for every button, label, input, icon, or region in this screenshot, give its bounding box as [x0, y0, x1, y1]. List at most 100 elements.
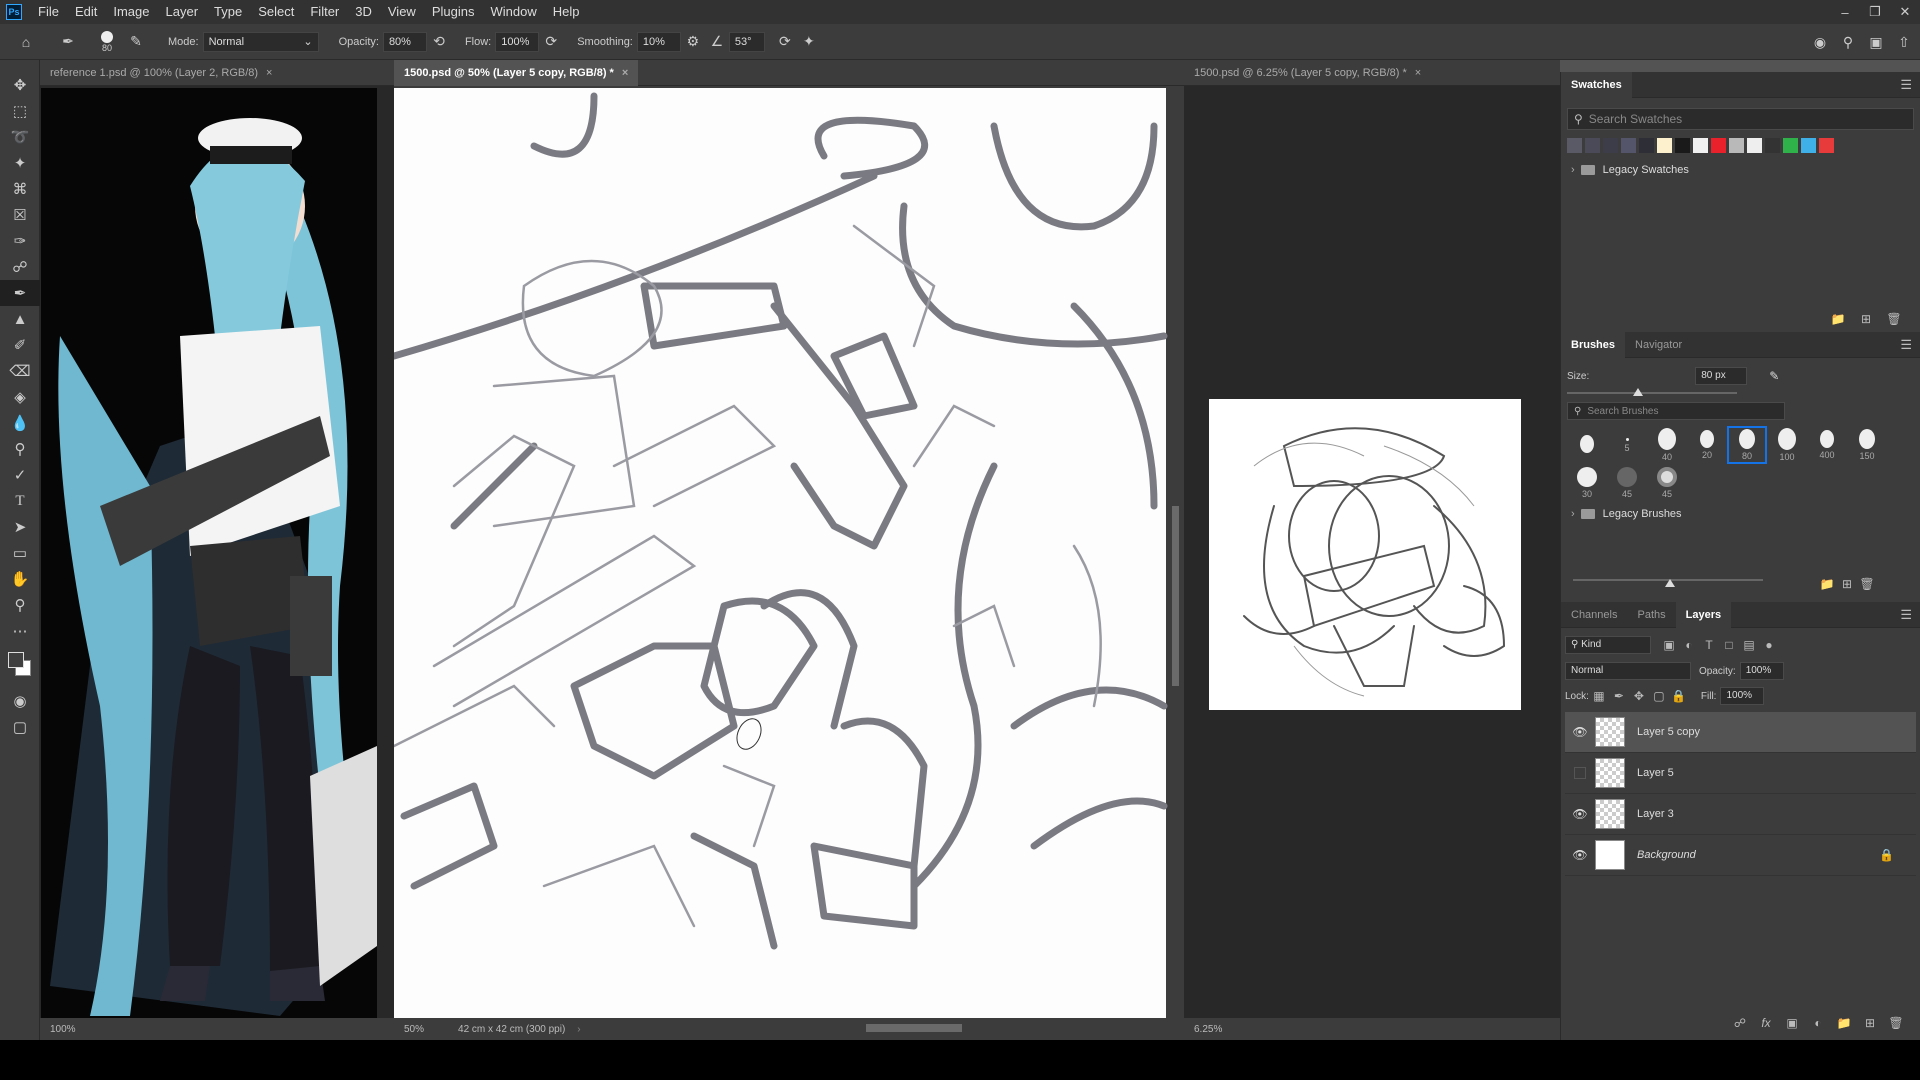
fill-field[interactable]: 100%: [1720, 687, 1765, 705]
brush-preset[interactable]: 150: [1847, 426, 1887, 464]
brush-preset[interactable]: 80: [1727, 426, 1767, 464]
menu-image[interactable]: Image: [105, 0, 157, 24]
tab-paths[interactable]: Paths: [1627, 602, 1675, 628]
color-swatch[interactable]: [1765, 138, 1780, 153]
dodge-tool-icon[interactable]: ⚲: [0, 436, 40, 462]
new-swatch-icon[interactable]: ⊞: [1856, 312, 1876, 326]
clone-stamp-tool-icon[interactable]: ▲: [0, 306, 40, 332]
tab-reference[interactable]: reference 1.psd @ 100% (Layer 2, RGB/8) …: [40, 60, 282, 86]
brush-preset[interactable]: 5: [1607, 426, 1647, 464]
crop-tool-icon[interactable]: ⌘: [0, 176, 40, 202]
link-layers-icon[interactable]: ☍: [1730, 1016, 1750, 1030]
lock-artboard-icon[interactable]: ▢: [1649, 689, 1669, 703]
layer-name[interactable]: Background: [1637, 849, 1696, 861]
size-field[interactable]: 80 px: [1695, 367, 1748, 385]
lock-transparent-icon[interactable]: ▦: [1589, 689, 1609, 703]
menu-type[interactable]: Type: [206, 0, 250, 24]
symmetry-icon[interactable]: ✦: [797, 30, 821, 54]
panel-menu-icon[interactable]: ☰: [1900, 77, 1912, 93]
screen-mode-icon[interactable]: ▢: [0, 714, 40, 740]
menu-select[interactable]: Select: [250, 0, 302, 24]
shape-tool-icon[interactable]: ▭: [0, 540, 40, 566]
horizontal-scrollbar[interactable]: [866, 1024, 962, 1032]
color-swatch[interactable]: [1603, 138, 1618, 153]
close-icon[interactable]: ×: [1415, 67, 1421, 79]
layer-name[interactable]: Layer 3: [1637, 808, 1674, 820]
type-filter-icon[interactable]: T: [1699, 638, 1719, 652]
close-icon[interactable]: ✕: [1890, 0, 1920, 24]
legacy-brushes-folder[interactable]: › Legacy Brushes: [1567, 504, 1914, 524]
search-icon[interactable]: ⚲: [1836, 30, 1860, 54]
menu-edit[interactable]: Edit: [67, 0, 105, 24]
blend-mode-select[interactable]: Normal: [1565, 662, 1691, 680]
blur-tool-icon[interactable]: 💧: [0, 410, 40, 436]
menu-help[interactable]: Help: [545, 0, 588, 24]
brush-tool-icon[interactable]: ✒: [0, 280, 40, 306]
marquee-tool-icon[interactable]: ⬚: [0, 98, 40, 124]
mode-select[interactable]: Normal ⌄: [202, 31, 319, 52]
brush-settings-toggle-icon[interactable]: ✎: [124, 30, 148, 54]
layer-name[interactable]: Layer 5 copy: [1637, 726, 1700, 738]
close-icon[interactable]: ×: [622, 67, 628, 79]
menu-filter[interactable]: Filter: [302, 0, 347, 24]
reference-zoom-level[interactable]: 100%: [50, 1024, 76, 1035]
color-swatch[interactable]: [1585, 138, 1600, 153]
smart-object-filter-icon[interactable]: ▤: [1739, 638, 1759, 652]
tab-preview-document[interactable]: 1500.psd @ 6.25% (Layer 5 copy, RGB/8) *…: [1184, 60, 1431, 86]
main-zoom-level[interactable]: 50%: [404, 1024, 424, 1035]
menu-3d[interactable]: 3D: [347, 0, 380, 24]
filter-toggle-icon[interactable]: ●: [1759, 638, 1779, 652]
color-swatch[interactable]: [1819, 138, 1834, 153]
brush-preset[interactable]: 45: [1647, 464, 1687, 502]
layer-style-icon[interactable]: fx: [1756, 1016, 1776, 1030]
menu-view[interactable]: View: [380, 0, 424, 24]
menu-file[interactable]: File: [30, 0, 67, 24]
preview-canvas[interactable]: [1184, 86, 1560, 1018]
layer-row-layer-5-copy[interactable]: 👁 Layer 5 copy: [1565, 712, 1916, 753]
trash-icon[interactable]: 🗑: [1884, 312, 1904, 326]
status-info-arrow-icon[interactable]: ›: [577, 1024, 580, 1035]
new-brush-preset-icon[interactable]: ⊞: [1837, 577, 1857, 591]
new-layer-icon[interactable]: ⊞: [1860, 1016, 1880, 1030]
color-swatch[interactable]: [1639, 138, 1654, 153]
hand-tool-icon[interactable]: ✋: [0, 566, 40, 592]
shape-filter-icon[interactable]: □: [1719, 638, 1739, 652]
panel-menu-icon[interactable]: ☰: [1900, 607, 1912, 623]
menu-layer[interactable]: Layer: [158, 0, 207, 24]
gear-icon[interactable]: ⚙: [681, 30, 705, 54]
export-share-icon[interactable]: ⇧: [1892, 30, 1916, 54]
lock-all-icon[interactable]: 🔒: [1669, 689, 1689, 703]
layer-row-layer-5[interactable]: Layer 5: [1565, 753, 1916, 794]
tab-navigator[interactable]: Navigator: [1625, 332, 1692, 358]
color-swatch[interactable]: [1711, 138, 1726, 153]
lock-image-icon[interactable]: ✒: [1609, 689, 1629, 703]
zoom-tool-icon[interactable]: ⚲: [0, 592, 40, 618]
layer-name[interactable]: Layer 5: [1637, 767, 1674, 779]
pressure-opacity-icon[interactable]: ⟲: [427, 30, 451, 54]
pen-tool-icon[interactable]: ✓: [0, 462, 40, 488]
lock-position-icon[interactable]: ✥: [1629, 689, 1649, 703]
brush-preset[interactable]: 100: [1767, 426, 1807, 464]
layer-opacity-field[interactable]: 100%: [1739, 662, 1784, 680]
brush-size-picker[interactable]: 80: [90, 30, 124, 53]
home-icon[interactable]: ⌂: [14, 30, 38, 54]
color-swatch[interactable]: [1783, 138, 1798, 153]
brush-preset[interactable]: [1567, 426, 1607, 464]
brush-preset[interactable]: 30: [1567, 464, 1607, 502]
adjustment-filter-icon[interactable]: ◐: [1679, 638, 1699, 652]
healing-brush-tool-icon[interactable]: ☍: [0, 254, 40, 280]
color-swatch[interactable]: [1729, 138, 1744, 153]
share-learn-icon[interactable]: ◉: [1808, 30, 1832, 54]
brush-preset[interactable]: 40: [1647, 426, 1687, 464]
tab-channels[interactable]: Channels: [1561, 602, 1627, 628]
swatches-search[interactable]: ⚲ Search Swatches: [1567, 108, 1914, 130]
pixel-filter-icon[interactable]: ▣: [1659, 638, 1679, 652]
eyedropper-tool-icon[interactable]: ✑: [0, 228, 40, 254]
move-tool-icon[interactable]: ✥: [0, 72, 40, 98]
tab-layers[interactable]: Layers: [1675, 601, 1732, 628]
preview-zoom-level[interactable]: 6.25%: [1194, 1024, 1222, 1035]
pressure-size-icon[interactable]: ⟳: [773, 30, 797, 54]
color-swatch[interactable]: [1621, 138, 1636, 153]
minimize-icon[interactable]: –: [1830, 0, 1860, 24]
brush-preset[interactable]: 20: [1687, 426, 1727, 464]
